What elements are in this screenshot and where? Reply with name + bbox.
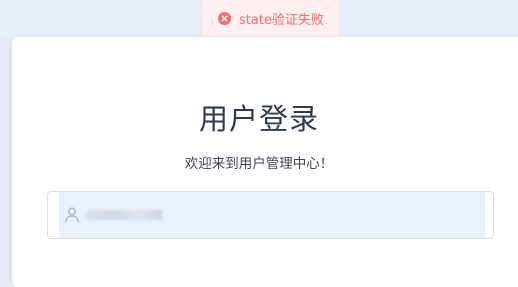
error-circle-icon (218, 12, 231, 25)
welcome-subtitle: 欢迎来到用户管理中心！ (184, 156, 334, 172)
error-toast-message: state验证失败 (239, 13, 324, 28)
redacted-username-value (86, 210, 162, 220)
user-icon (65, 207, 79, 223)
page-title: 用户登录 (198, 102, 319, 136)
error-toast: state验证失败 (201, 0, 340, 37)
